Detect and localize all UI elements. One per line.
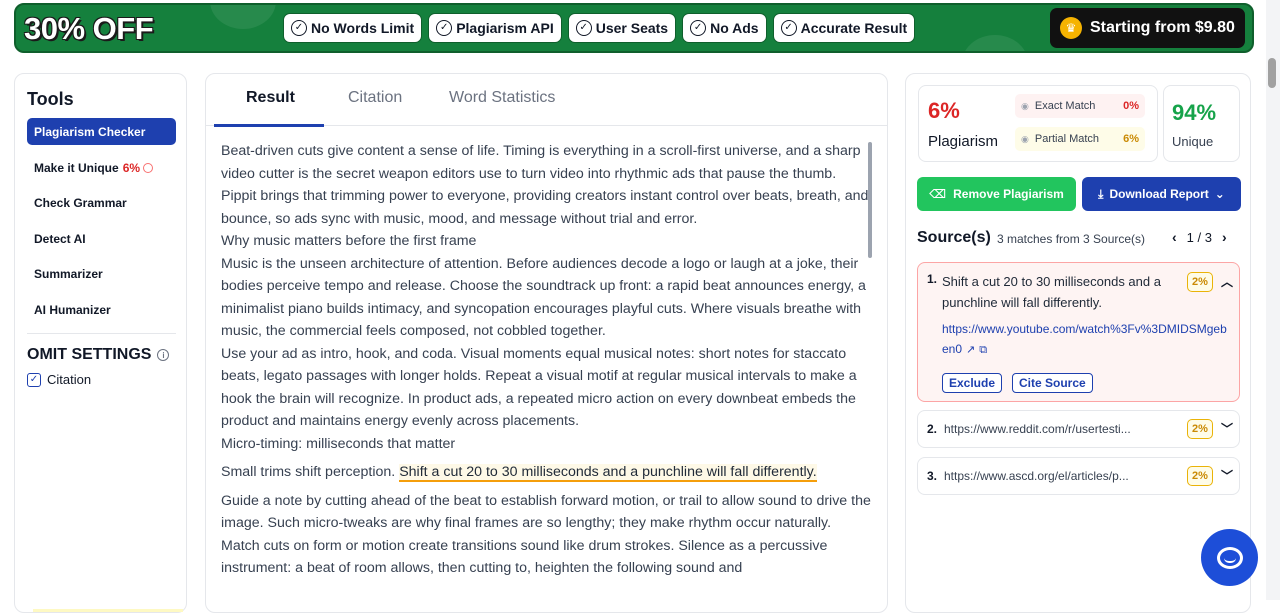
matched-text-highlight[interactable]: Shift a cut 20 to 30 milliseconds and a …	[399, 464, 817, 482]
cite-source-button[interactable]: Cite Source	[1012, 373, 1093, 393]
promo-banner[interactable]: 30% OFF ✓ No Words Limit ✓ Plagiarism API …	[14, 3, 1254, 53]
source-url[interactable]: https://www.reddit.com/r/usertesti...	[944, 422, 1131, 436]
heading-line: Why music matters before the first frame	[221, 233, 477, 249]
page-scrollbar-track[interactable]	[1266, 0, 1280, 600]
feature-pill: ✓ No Words Limit	[283, 13, 423, 43]
omit-settings-title: OMIT SETTINGS i	[27, 346, 170, 364]
partial-match-row: ◉ Partial Match 6%	[1015, 127, 1145, 151]
tab-citation[interactable]: Citation	[348, 89, 402, 107]
source-card[interactable]: 3. https://www.ascd.org/el/articles/p...…	[917, 457, 1240, 495]
chevron-down-icon[interactable]: ﹀	[1221, 420, 1233, 437]
source-number: 3.	[927, 469, 938, 483]
active-tab-indicator	[214, 124, 324, 127]
feature-pill: ✓ Plagiarism API	[428, 13, 562, 43]
exact-match-row: ◉ Exact Match 0%	[1015, 94, 1145, 118]
eraser-icon: ⌫	[929, 187, 947, 201]
paragraph: Use your ad as intro, hook, and coda. Vi…	[221, 345, 857, 430]
plagiarism-score-box: 6% Plagiarism ◉ Exact Match 0% ◉ Partial Ma…	[918, 85, 1158, 162]
promo-discount: 30% OFF	[24, 11, 154, 46]
chevron-down-icon: ⌄	[1214, 187, 1225, 201]
info-icon[interactable]: i	[157, 349, 170, 361]
tool-make-it-unique[interactable]: Make it Unique 6%	[27, 154, 176, 181]
banner-decoration	[962, 35, 1028, 51]
tools-panel: Tools Plagiarism Checker Make it Unique 6…	[14, 73, 187, 613]
source-url-link[interactable]: https://www.youtube.com/watch%3Fv%3DMIDS…	[942, 319, 1227, 360]
chat-widget-button[interactable]	[1201, 529, 1258, 586]
citation-checkbox[interactable]: ✓ Citation	[27, 372, 91, 387]
chat-icon	[1216, 546, 1243, 569]
source-match-badge: 2%	[1187, 272, 1213, 292]
page-scrollbar-thumb[interactable]	[1268, 58, 1276, 88]
result-text: Beat-driven cuts give content a sense of…	[221, 140, 871, 580]
sources-pager: ‹ 1 / 3 ›	[1172, 229, 1227, 245]
source-number: 1.	[927, 272, 938, 286]
tool-ai-humanizer[interactable]: AI Humanizer	[27, 296, 176, 323]
chevron-left-icon[interactable]: ‹	[1172, 229, 1177, 245]
plagiarism-label: Plagiarism	[928, 133, 999, 150]
unique-label: Unique	[1172, 134, 1214, 149]
exact-match-value: 0%	[1123, 100, 1139, 112]
source-card[interactable]: 2. https://www.reddit.com/r/usertesti...…	[917, 410, 1240, 448]
divider	[27, 333, 176, 334]
feature-pill: ✓ User Seats	[567, 13, 677, 43]
checkbox-checked-icon[interactable]: ✓	[27, 372, 41, 387]
eye-icon: ◉	[1021, 133, 1029, 144]
heading-line: Micro-timing: milliseconds that matter	[221, 435, 456, 452]
check-circle-icon: ✓	[780, 20, 797, 36]
download-report-button[interactable]: ⤓ Download Report ⌄	[1082, 177, 1241, 211]
result-tabs: Result Citation Word Statistics	[206, 74, 887, 127]
eye-icon: ◉	[1021, 100, 1029, 111]
report-panel: 6% Plagiarism ◉ Exact Match 0% ◉ Partial Ma…	[905, 73, 1251, 613]
chevron-right-icon[interactable]: ›	[1222, 229, 1227, 245]
tool-summarizer[interactable]: Summarizer	[27, 260, 176, 287]
unique-percentage: 94%	[1172, 100, 1217, 125]
paragraph: Music is the unseen architecture of atte…	[221, 255, 866, 340]
source-number: 2.	[927, 422, 938, 436]
tool-plagiarism-checker[interactable]: Plagiarism Checker	[27, 118, 176, 145]
check-circle-icon: ✓	[436, 20, 453, 36]
source-matched-text: Shift a cut 20 to 30 milliseconds and a …	[942, 274, 1161, 310]
tab-word-statistics[interactable]: Word Statistics	[449, 89, 555, 107]
chevron-down-icon[interactable]: ﹀	[1221, 467, 1233, 484]
plagiarism-percentage: 6%	[928, 98, 960, 123]
feature-pills: ✓ No Words Limit ✓ Plagiarism API ✓ User Se…	[283, 13, 916, 43]
result-scrollbar[interactable]	[868, 142, 872, 258]
sources-count: 3 matches from 3 Source(s)	[997, 232, 1146, 246]
tool-check-grammar[interactable]: Check Grammar	[27, 189, 176, 216]
copy-icon[interactable]: ⧉	[979, 344, 987, 356]
warning-icon	[143, 162, 154, 173]
check-circle-icon: ✓	[690, 20, 707, 36]
banner-decoration	[210, 5, 276, 29]
feature-pill: ✓ Accurate Result	[772, 13, 916, 43]
pager-text: 1 / 3	[1186, 229, 1212, 245]
source-match-badge: 2%	[1187, 419, 1213, 439]
exclude-button[interactable]: Exclude	[942, 373, 1003, 393]
download-icon: ⤓	[1098, 186, 1104, 201]
check-circle-icon: ✓	[575, 20, 592, 36]
tools-footer-strip	[33, 609, 183, 612]
paragraph: Beat-driven cuts give content a sense of…	[221, 143, 869, 227]
paragraph-with-match: Small trims shift perception. Shift a cu…	[221, 464, 817, 482]
crown-icon: ♛	[1060, 17, 1082, 39]
unique-score-box: 94% Unique	[1163, 85, 1240, 162]
tools-title: Tools	[27, 89, 74, 109]
partial-match-value: 6%	[1123, 133, 1139, 145]
unique-pct-badge: 6%	[122, 160, 141, 175]
chevron-up-icon[interactable]: ︿	[1221, 273, 1233, 290]
feature-pill: ✓ No Ads	[682, 13, 767, 43]
sources-title: Source(s)	[917, 229, 991, 246]
external-link-icon[interactable]: ↗	[966, 344, 975, 356]
tab-result[interactable]: Result	[246, 89, 295, 107]
pricing-cta-button[interactable]: ♛ Starting from $9.80	[1050, 8, 1245, 48]
source-match-badge: 2%	[1187, 466, 1213, 486]
source-url[interactable]: https://www.ascd.org/el/articles/p...	[944, 469, 1129, 483]
paragraph: Guide a note by cutting ahead of the bea…	[221, 492, 871, 577]
result-panel: Result Citation Word Statistics Beat-dri…	[205, 73, 888, 613]
tool-detect-ai[interactable]: Detect AI	[27, 225, 176, 252]
source-card-expanded[interactable]: 1. Shift a cut 20 to 30 milliseconds and…	[917, 262, 1240, 402]
check-circle-icon: ✓	[291, 20, 307, 36]
remove-plagiarism-button[interactable]: ⌫ Remove Plagiarism	[917, 177, 1076, 211]
